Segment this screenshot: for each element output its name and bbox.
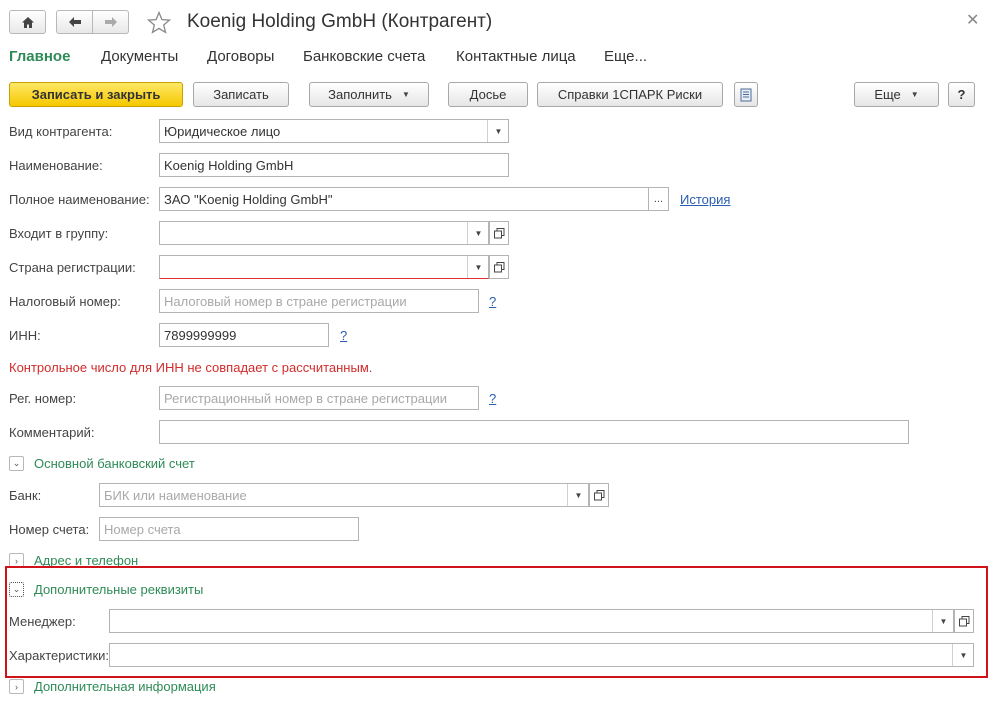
chevron-down-icon[interactable]: ▼ — [487, 120, 508, 142]
chevron-down-icon: ⌄ — [9, 582, 24, 597]
star-icon — [146, 10, 172, 34]
more-actions-button[interactable]: Еще ▼ — [854, 82, 939, 107]
tax-number-label: Налоговый номер: — [9, 294, 121, 309]
group-label: Входит в группу: — [9, 226, 109, 241]
report-button[interactable] — [734, 82, 758, 107]
dossier-button[interactable]: Досье — [448, 82, 528, 107]
manager-select[interactable]: ▼ — [109, 609, 954, 633]
fill-button[interactable]: Заполнить ▼ — [309, 82, 429, 107]
manager-label: Менеджер: — [9, 614, 76, 629]
extra-group-title: Дополнительные реквизиты — [34, 582, 204, 597]
open-window-icon — [493, 261, 504, 272]
full-name-label: Полное наименование: — [9, 192, 150, 207]
kind-label: Вид контрагента: — [9, 124, 113, 139]
open-window-icon — [958, 615, 969, 626]
country-open-button[interactable] — [489, 255, 509, 279]
info-group-title: Дополнительная информация — [34, 679, 216, 694]
kind-value: Юридическое лицо — [164, 123, 281, 139]
country-label: Страна регистрации: — [9, 260, 136, 275]
arrow-right-icon — [104, 17, 117, 27]
reg-number-placeholder: Регистрационный номер в стране регистрац… — [164, 390, 447, 406]
open-window-icon — [493, 227, 504, 238]
reg-number-label: Рег. номер: — [9, 391, 77, 406]
inn-label: ИНН: — [9, 328, 41, 343]
info-group-toggle[interactable]: › Дополнительная информация — [9, 679, 216, 694]
account-label: Номер счета: — [9, 522, 90, 537]
bank-label: Банк: — [9, 488, 42, 503]
arrow-left-icon — [68, 17, 81, 27]
bank-select[interactable]: БИК или наименование ▼ — [99, 483, 589, 507]
history-link[interactable]: История — [680, 192, 730, 207]
kind-select[interactable]: Юридическое лицо ▼ — [159, 119, 509, 143]
close-icon: ✕ — [966, 12, 980, 29]
bank-open-button[interactable] — [589, 483, 609, 507]
group-open-button[interactable] — [489, 221, 509, 245]
chevron-down-icon[interactable]: ▼ — [467, 222, 488, 244]
fill-label: Заполнить — [328, 87, 392, 102]
close-button[interactable]: ✕ — [966, 10, 979, 30]
reg-number-help[interactable]: ? — [489, 391, 496, 406]
tax-number-input[interactable]: Налоговый номер в стране регистрации — [159, 289, 479, 313]
full-name-select-button[interactable]: ... — [649, 187, 669, 211]
reg-number-input[interactable]: Регистрационный номер в стране регистрац… — [159, 386, 479, 410]
tax-number-placeholder: Налоговый номер в стране регистрации — [164, 293, 407, 309]
chevron-right-icon: › — [9, 679, 24, 694]
tab-main[interactable]: Главное — [9, 48, 70, 65]
more-label: Еще — [874, 87, 901, 102]
tab-contracts[interactable]: Договоры — [207, 48, 274, 65]
characteristics-label: Характеристики: — [9, 648, 110, 663]
open-window-icon — [593, 489, 604, 500]
bank-group-title: Основной банковский счет — [34, 456, 195, 471]
name-input[interactable]: Koenig Holding GmbH — [159, 153, 509, 177]
tax-number-help[interactable]: ? — [489, 294, 496, 309]
save-button[interactable]: Записать — [193, 82, 289, 107]
country-select[interactable]: ▼ — [159, 255, 489, 279]
favorite-button[interactable] — [146, 10, 172, 37]
home-button[interactable] — [9, 10, 46, 34]
document-list-icon — [740, 88, 752, 101]
chevron-down-icon[interactable]: ▼ — [932, 610, 953, 632]
inn-help[interactable]: ? — [340, 328, 347, 343]
page-title: Koenig Holding GmbH (Контрагент) — [187, 11, 493, 32]
name-label: Наименование: — [9, 158, 103, 173]
bank-group-toggle[interactable]: ⌄ Основной банковский счет — [9, 456, 195, 471]
extra-group-toggle[interactable]: ⌄ Дополнительные реквизиты — [9, 582, 203, 597]
save-and-close-button[interactable]: Записать и закрыть — [9, 82, 183, 107]
back-button[interactable] — [56, 10, 93, 34]
account-placeholder: Номер счета — [104, 521, 181, 537]
ellipsis-icon: ... — [653, 193, 664, 205]
inn-value: 7899999999 — [164, 327, 237, 343]
inn-input[interactable]: 7899999999 — [159, 323, 329, 347]
tab-bank-accounts[interactable]: Банковские счета — [303, 48, 425, 65]
spark-reports-button[interactable]: Справки 1СПАРК Риски — [537, 82, 723, 107]
home-icon — [21, 16, 34, 28]
chevron-down-icon[interactable]: ▼ — [467, 256, 488, 278]
chevron-down-icon: ▼ — [401, 90, 410, 99]
account-input[interactable]: Номер счета — [99, 517, 359, 541]
comment-input[interactable] — [159, 420, 909, 444]
manager-open-button[interactable] — [954, 609, 974, 633]
name-value: Koenig Holding GmbH — [164, 157, 294, 173]
group-select[interactable]: ▼ — [159, 221, 489, 245]
chevron-down-icon: ▼ — [910, 90, 919, 99]
tab-documents[interactable]: Документы — [101, 48, 178, 65]
full-name-input[interactable]: ЗАО "Koenig Holding GmbH" — [159, 187, 649, 211]
chevron-down-icon[interactable]: ▼ — [952, 644, 973, 666]
chevron-down-icon[interactable]: ▼ — [567, 484, 588, 506]
tab-contact-persons[interactable]: Контактные лица — [456, 48, 576, 65]
forward-button[interactable] — [92, 10, 129, 34]
tab-more[interactable]: Еще... — [604, 48, 647, 65]
characteristics-select[interactable]: ▼ — [109, 643, 974, 667]
help-button[interactable]: ? — [948, 82, 975, 107]
chevron-down-icon: ⌄ — [9, 456, 24, 471]
bank-placeholder: БИК или наименование — [104, 487, 247, 503]
comment-label: Комментарий: — [9, 425, 95, 440]
inn-error-message: Контрольное число для ИНН не совпадает с… — [9, 360, 373, 375]
full-name-value: ЗАО "Koenig Holding GmbH" — [164, 191, 333, 207]
